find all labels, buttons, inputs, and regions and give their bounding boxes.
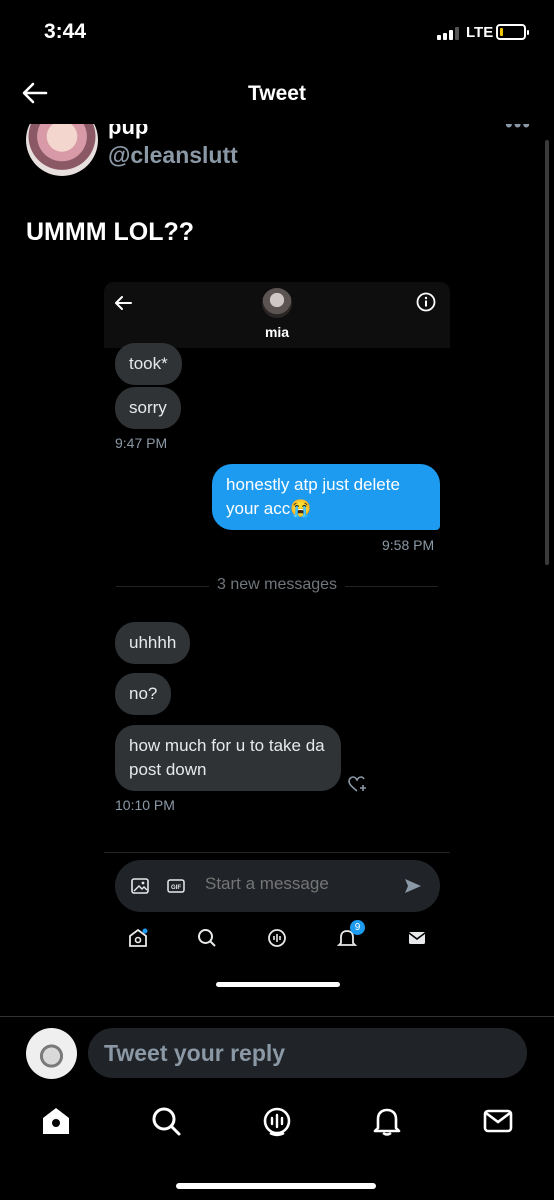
home-tab-icon[interactable] bbox=[39, 1104, 73, 1138]
message-bubble: how much for u to take da post down bbox=[115, 725, 341, 791]
notifications-tab-icon[interactable] bbox=[370, 1104, 404, 1138]
message-timestamp: 9:47 PM bbox=[115, 435, 168, 451]
info-icon bbox=[416, 292, 436, 312]
search-tab-icon[interactable] bbox=[149, 1104, 183, 1138]
dm-compose-bar: GIF bbox=[115, 860, 440, 912]
new-messages-text: 3 new messages bbox=[208, 576, 346, 593]
status-bar: 3:44 LTE bbox=[0, 0, 554, 62]
signal-icon bbox=[437, 26, 459, 40]
dm-header: mia bbox=[104, 282, 450, 348]
notification-badge: 9 bbox=[350, 920, 365, 935]
notifications-nav: 9 bbox=[336, 920, 365, 949]
top-header: Tweet bbox=[0, 62, 554, 124]
message-bubble: took* bbox=[115, 343, 182, 385]
network-label: LTE bbox=[466, 24, 494, 41]
spaces-tab-icon[interactable] bbox=[260, 1104, 294, 1138]
add-reaction-icon bbox=[348, 776, 366, 792]
send-icon bbox=[405, 879, 421, 893]
message-bubble-outgoing: honestly atp just delete your acc😭 bbox=[212, 464, 440, 530]
page-title: Tweet bbox=[248, 82, 306, 105]
reply-placeholder[interactable]: Tweet your reply bbox=[104, 1040, 285, 1067]
dm-home-indicator bbox=[216, 982, 340, 987]
author-handle[interactable]: @cleanslutt bbox=[108, 142, 238, 169]
message-timestamp: 9:58 PM bbox=[382, 537, 435, 553]
messages-tab-icon[interactable] bbox=[481, 1104, 515, 1138]
home-indicator bbox=[176, 1183, 376, 1189]
message-bubble: uhhhh bbox=[115, 622, 191, 664]
home-icon bbox=[129, 928, 148, 947]
status-time: 3:44 bbox=[44, 20, 87, 43]
tweet-image[interactable]: mia took* sorry 9:47 PM honestly atp jus… bbox=[104, 282, 450, 1002]
reply-divider bbox=[0, 1016, 554, 1017]
message-timestamp: 10:10 PM bbox=[115, 797, 175, 813]
user-avatar[interactable] bbox=[26, 1028, 77, 1079]
mail-icon bbox=[408, 932, 426, 944]
dm-back-arrow-icon bbox=[115, 296, 132, 310]
dm-contact-name: mia bbox=[264, 324, 290, 340]
new-messages-label: 3 new messages bbox=[104, 576, 450, 594]
tweet-text: UMMM LOL?? bbox=[26, 218, 195, 246]
dm-message-input bbox=[205, 874, 395, 894]
dm-bottom-nav: 9 bbox=[104, 920, 450, 957]
compose-divider bbox=[104, 852, 450, 853]
spaces-icon bbox=[268, 929, 286, 947]
search-icon bbox=[198, 929, 216, 947]
dm-contact-avatar bbox=[262, 288, 292, 318]
image-icon bbox=[131, 878, 149, 894]
scrollbar[interactable] bbox=[545, 140, 549, 565]
gif-icon: GIF bbox=[167, 879, 185, 893]
battery-icon bbox=[496, 24, 529, 40]
message-bubble: sorry bbox=[115, 387, 181, 429]
message-bubble: no? bbox=[115, 673, 172, 715]
gif-label: GIF bbox=[171, 885, 181, 891]
